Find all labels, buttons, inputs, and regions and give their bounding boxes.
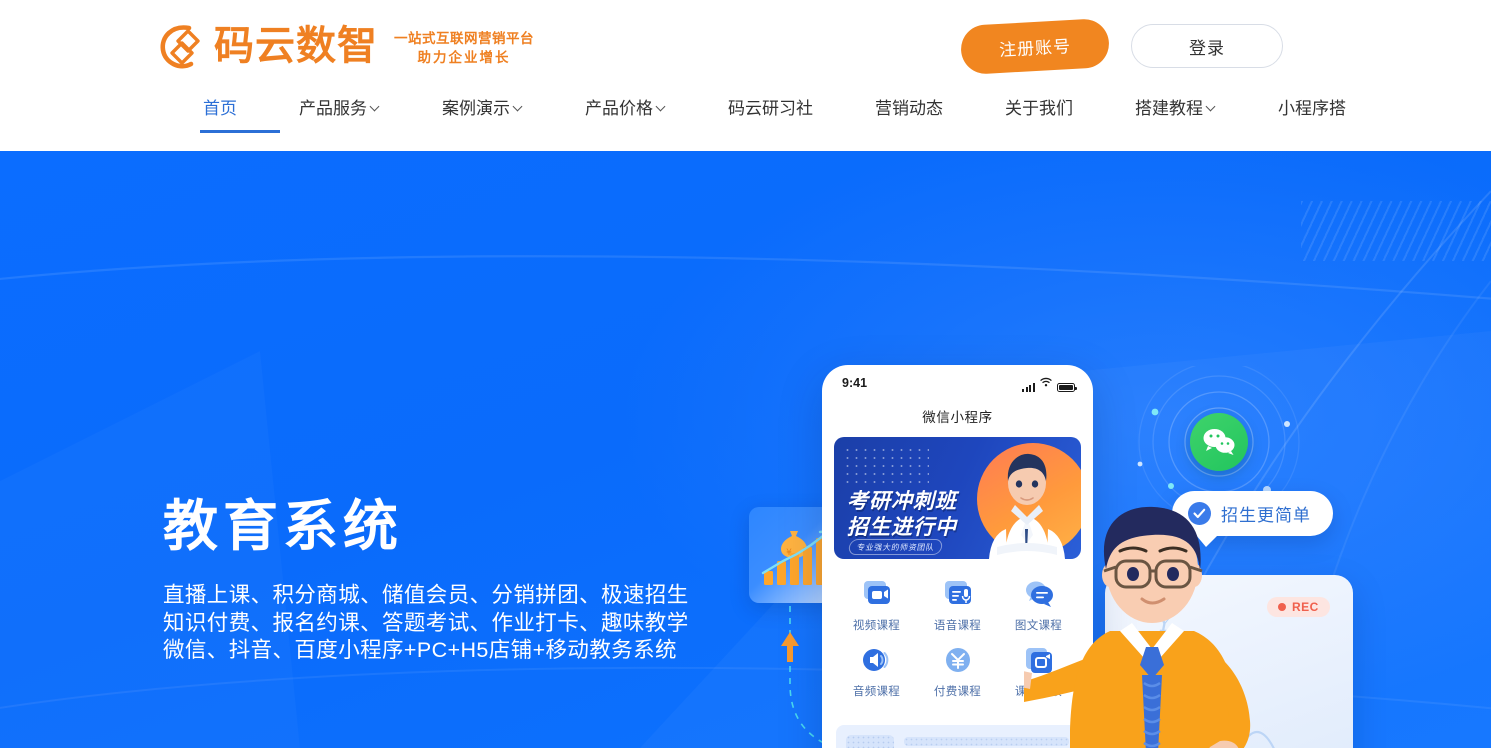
app-tile-label: 音频课程: [852, 686, 901, 698]
app-tile-0[interactable]: 视频课程: [836, 577, 917, 633]
logo-tagline: 一站式互联网营销平台 助力企业增长: [394, 25, 534, 67]
nav-item-label: 营销动态: [875, 99, 943, 118]
nav-item-2[interactable]: 案例演示: [442, 94, 523, 133]
nav-item-7[interactable]: 搭建教程: [1135, 94, 1216, 133]
nav-item-4[interactable]: 码云研习社: [728, 94, 813, 133]
register-button-label: 注册账号: [998, 37, 1072, 60]
app-tile-label: 付费课程: [933, 686, 982, 698]
banner-subtag: 专业强大的师资团队: [847, 539, 944, 555]
site-header: 码云数智 一站式互联网营销平台 助力企业增长 注册账号 登录 首页 产品服务 案例演…: [0, 0, 1491, 151]
logo-text: 码云数智: [214, 23, 378, 69]
banner-headline-2: 招生进行中: [847, 516, 957, 539]
nav-item-6[interactable]: 关于我们: [1005, 94, 1073, 133]
hero-description: 直播上课、积分商城、储值会员、分销拼团、极速招生 知识付费、报名约课、答题考试、作…: [163, 582, 689, 665]
login-button[interactable]: 登录: [1131, 24, 1283, 68]
chevron-down-icon: [371, 103, 380, 112]
app-tile-4[interactable]: 付费课程: [917, 643, 998, 699]
nav-item-label: 码云研习社: [728, 99, 813, 118]
phone-status-time: 9:41: [842, 376, 868, 390]
nav-item-label: 搭建教程: [1135, 99, 1203, 118]
hero-description-line-2: 微信、抖音、百度小程序+PC+H5店铺+移动教务系统: [163, 638, 677, 662]
chevron-down-icon: [657, 103, 666, 112]
audio-course-icon: [860, 643, 894, 677]
teacher-character-illustration: [1024, 506, 1251, 748]
wifi-icon: [1040, 374, 1052, 392]
nav-item-label: 关于我们: [1005, 99, 1073, 118]
hero-title: 教育系统: [163, 495, 404, 557]
register-button[interactable]: 注册账号: [959, 17, 1111, 76]
logo-tagline-line2: 助力企业增长: [417, 50, 511, 65]
logo-mark-icon: [158, 22, 204, 70]
signal-icon: [1022, 382, 1035, 392]
banner-dot-pattern: [843, 446, 929, 486]
chevron-down-icon: [1207, 103, 1216, 112]
nav-item-0[interactable]: 首页: [200, 94, 280, 133]
phone-status-bar: 9:41: [822, 365, 1093, 401]
nav-item-label: 产品服务: [299, 99, 367, 118]
paid-course-icon: [941, 643, 975, 677]
hero-banner: 教育系统 直播上课、积分商城、储值会员、分销拼团、极速招生 知识付费、报名约课、答…: [0, 151, 1491, 748]
nav-item-label: 小程序搭: [1278, 99, 1346, 118]
app-tile-label: 视频课程: [852, 620, 901, 632]
logo-tagline-line1: 一站式互联网营销平台: [394, 31, 534, 46]
battery-icon: [1057, 383, 1078, 392]
hero-description-line-1: 知识付费、报名约课、答题考试、作业打卡、趣味教学: [163, 610, 689, 635]
nav-item-label: 首页: [203, 99, 237, 118]
login-button-label: 登录: [1189, 38, 1225, 58]
brand-logo[interactable]: 码云数智 一站式互联网营销平台 助力企业增长: [158, 22, 534, 70]
phone-status-icons: [1022, 374, 1078, 392]
wechat-icon: [1190, 413, 1248, 471]
chevron-down-icon: [514, 103, 523, 112]
app-tile-3[interactable]: 音频课程: [836, 643, 917, 699]
app-tile-label: 语音课程: [933, 620, 982, 632]
phone-app-title: 微信小程序: [822, 401, 1093, 431]
nav-item-5[interactable]: 营销动态: [875, 94, 943, 133]
hero-description-line-0: 直播上课、积分商城、储值会员、分销拼团、极速招生: [163, 583, 689, 607]
landing-page: 码云数智 一站式互联网营销平台 助力企业增长 注册账号 登录 首页 产品服务 案例演…: [0, 0, 1491, 748]
nav-item-8[interactable]: 小程序搭: [1278, 94, 1346, 133]
app-tile-1[interactable]: 语音课程: [917, 577, 998, 633]
voice-course-icon: [941, 577, 975, 611]
nav-item-3[interactable]: 产品价格: [585, 94, 666, 133]
phone-app-title-label: 微信小程序: [922, 410, 993, 425]
nav-item-label: 案例演示: [442, 99, 510, 118]
hatch-decoration: [1301, 201, 1491, 261]
list-thumbnail: [846, 735, 894, 748]
nav-item-1[interactable]: 产品服务: [299, 94, 380, 133]
nav-item-label: 产品价格: [585, 99, 653, 118]
video-course-icon: [860, 577, 894, 611]
main-nav: 首页 产品服务 案例演示 产品价格 码云研习社 营销动态 关于我们 搭建教程 小程序搭: [0, 94, 1491, 151]
